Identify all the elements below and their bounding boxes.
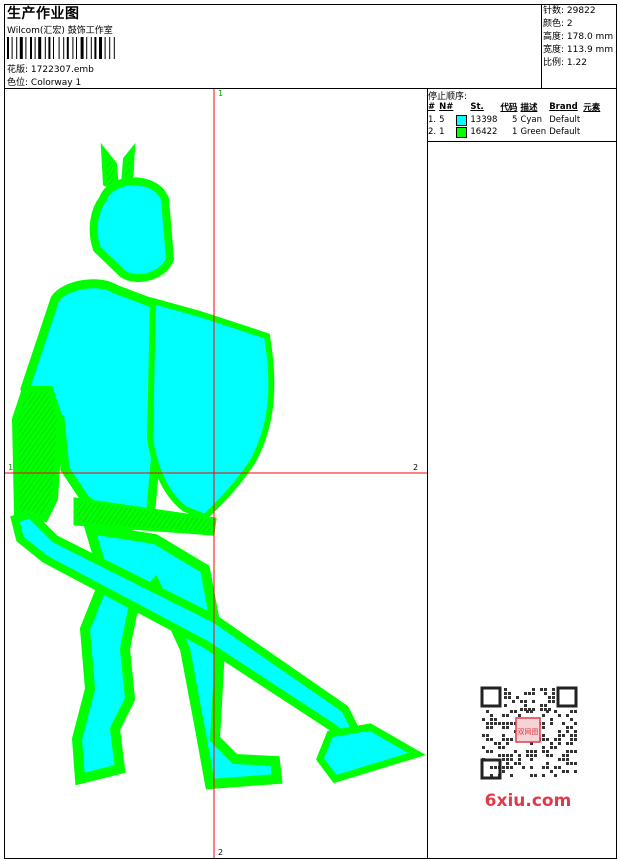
col-num: # [428, 102, 436, 112]
col-swatch [456, 101, 470, 114]
colorway-row: 色位: Colorway 1 [7, 75, 81, 88]
watermark-seal: 双网图 [518, 728, 539, 736]
design-file-row: 花版: 1722307.emb [7, 62, 94, 75]
col-code: 代码 [500, 103, 518, 113]
stat-scale: 比例: 1.22 [543, 58, 587, 68]
col-element: 元素 [583, 103, 601, 113]
panel-divider [427, 88, 428, 859]
crosshair-label-bottom: 2 [218, 848, 223, 857]
table-bottom-divider [427, 141, 617, 142]
col-brand: Brand [549, 102, 578, 112]
stat-height: 高度: 178.0 mm [543, 32, 614, 42]
colorway-value: Colorway 1 [30, 78, 82, 88]
watermark-text: 6xiu.com [485, 791, 572, 811]
thread-table-header: # N# St. 代码 描述 Brand 元素 [428, 101, 603, 114]
knight-figure [10, 142, 426, 790]
color-swatch [456, 114, 468, 126]
page-title: 生产作业图 [7, 6, 80, 22]
crosshair-label-top: 1 [218, 89, 223, 98]
stats-divider [541, 4, 542, 88]
col-st: St. [470, 102, 484, 112]
embroidery-preview: 1 1 2 2 [5, 89, 427, 858]
studio-subtitle: Wilcom(汇宏) 鼓饰工作室 [7, 26, 113, 36]
col-desc: 描述 [520, 103, 538, 113]
design-stats: 针数: 29822 颜色: 2 高度: 178.0 mm 宽度: 113.9 m… [543, 5, 613, 70]
stat-width: 宽度: 113.9 mm [543, 45, 614, 55]
stat-colors: 颜色: 2 [543, 19, 573, 29]
stat-stitches: 针数: 29822 [543, 6, 596, 16]
colorway-label: 色位: [7, 78, 29, 88]
design-file-value: 1722307.emb [30, 65, 94, 75]
color-swatch [456, 126, 468, 138]
col-n: N# [439, 102, 454, 112]
crosshair-label-left: 1 [8, 463, 13, 472]
crosshair-label-right: 2 [413, 463, 418, 472]
table-row: 2. 1 16422 1 Green Default [428, 126, 581, 138]
thread-table: # N# St. 代码 描述 Brand 元素 1. 5 13398 5 Cya… [428, 101, 603, 138]
watermark-qr: 双网图 6xiu.com [478, 684, 580, 811]
barcode [7, 37, 115, 59]
table-row: 1. 5 13398 5 Cyan Default [428, 114, 581, 126]
design-file-label: 花版: [7, 65, 29, 75]
